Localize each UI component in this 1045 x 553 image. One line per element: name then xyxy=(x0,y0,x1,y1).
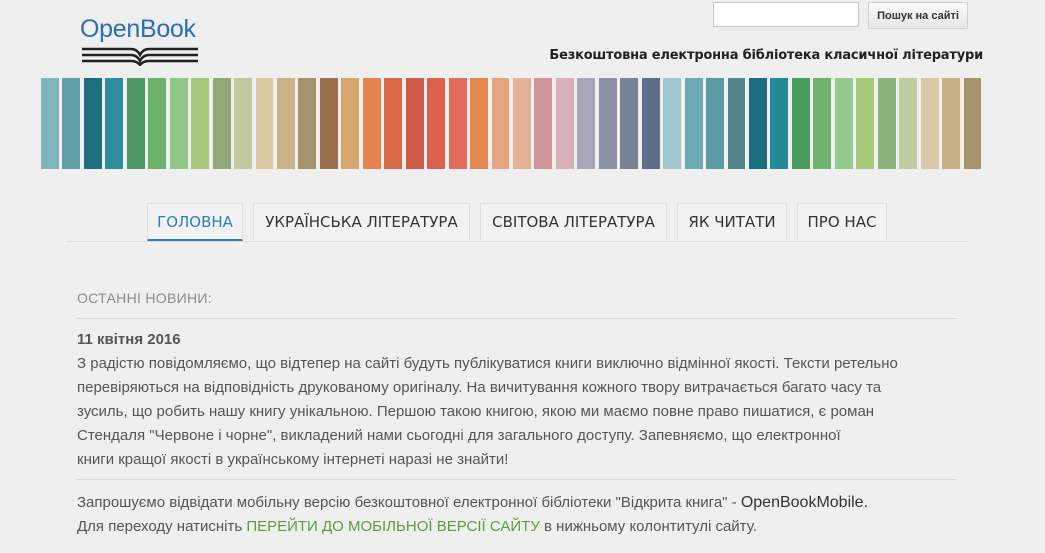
mobile-brand-name: OpenBookMobile. xyxy=(740,494,869,511)
book-spine xyxy=(920,78,939,169)
divider xyxy=(77,318,957,319)
news-heading: ОСТАННІ НОВИНИ: xyxy=(77,290,212,306)
book-spine xyxy=(405,78,424,169)
book-spine xyxy=(663,78,682,169)
book-spine xyxy=(641,78,660,169)
search-input[interactable] xyxy=(713,2,859,27)
site-tagline: Безкоштовна електронна бібліотека класич… xyxy=(549,48,983,63)
search-button[interactable]: Пошук на сайті xyxy=(868,2,968,29)
book-spine xyxy=(191,78,210,169)
tab-ukrainian-literature[interactable]: УКРАЇНСЬКА ЛІТЕРАТУРА xyxy=(253,203,470,240)
book-spine xyxy=(470,78,489,169)
mobile-version-link[interactable]: ПЕРЕЙТИ ДО МОБІЛЬНОЇ ВЕРСІЇ САЙТУ xyxy=(246,518,540,535)
book-spine xyxy=(577,78,596,169)
mobile-instruction-text: Для переходу натисніть xyxy=(77,518,247,535)
book-spine xyxy=(963,78,982,169)
book-spine xyxy=(362,78,381,169)
book-spine xyxy=(727,78,746,169)
tab-about[interactable]: ПРО НАС xyxy=(797,203,887,240)
book-spine xyxy=(513,78,531,169)
book-spine xyxy=(148,78,167,169)
book-spine xyxy=(491,78,510,169)
book-spine xyxy=(706,78,725,169)
book-spine xyxy=(41,78,59,169)
news-line: З радістю повідомляємо, що відтепер на с… xyxy=(77,355,898,372)
book-spine xyxy=(942,78,961,169)
book-spine xyxy=(620,78,639,169)
mobile-version-notice: Запрошуємо відвідати мобільну версію без… xyxy=(77,491,977,539)
news-line: перевіряються на відповідність друковано… xyxy=(77,379,882,396)
book-spines-banner xyxy=(41,78,985,169)
book-spine xyxy=(448,78,467,169)
book-spine xyxy=(770,78,789,169)
book-spine xyxy=(83,78,102,169)
divider xyxy=(77,479,957,480)
book-spine xyxy=(277,78,295,169)
book-spine xyxy=(62,78,81,169)
book-spine xyxy=(791,78,810,169)
tab-world-literature[interactable]: СВІТОВА ЛІТЕРАТУРА xyxy=(480,203,667,240)
book-spine xyxy=(856,78,875,169)
book-spine xyxy=(877,78,896,169)
book-spine xyxy=(555,78,574,169)
book-spine xyxy=(255,78,274,169)
book-spine xyxy=(341,78,360,169)
mobile-invite-text: Запрошуємо відвідати мобільну версію без… xyxy=(77,494,741,511)
news-line: книги кращої якості в українському інтер… xyxy=(77,451,509,468)
tab-how-to-read[interactable]: ЯК ЧИТАТИ xyxy=(677,203,787,240)
main-nav: ГОЛОВНА УКРАЇНСЬКА ЛІТЕРАТУРА СВІТОВА ЛІ… xyxy=(66,203,969,242)
book-spine xyxy=(684,78,703,169)
book-spine xyxy=(234,78,253,169)
book-spine xyxy=(212,78,231,169)
news-date: 11 квітня 2016 xyxy=(77,331,181,348)
book-spine xyxy=(534,78,553,169)
book-spine xyxy=(899,78,918,169)
site-logo[interactable]: OpenBook xyxy=(80,14,200,66)
news-line: зусиль, що робить нашу книгу унікальною.… xyxy=(77,403,875,420)
book-spine xyxy=(384,78,403,169)
book-spine xyxy=(126,78,145,169)
logo-text: OpenBook xyxy=(80,15,196,43)
mobile-instruction-suffix: в нижньому колонтитулі сайту. xyxy=(539,518,757,535)
book-spine xyxy=(834,78,853,169)
book-spine xyxy=(169,78,188,169)
book-spine xyxy=(598,78,617,169)
tab-home[interactable]: ГОЛОВНА xyxy=(147,203,243,241)
open-book-icon xyxy=(82,47,198,66)
book-spine xyxy=(427,78,446,169)
news-line: Стендаля "Червоне і чорне", викладений н… xyxy=(77,427,841,444)
book-spine xyxy=(813,78,832,169)
news-text: З радістю повідомляємо, що відтепер на с… xyxy=(77,352,957,472)
book-spine xyxy=(105,78,124,169)
book-spine xyxy=(298,78,317,169)
book-spine xyxy=(319,78,338,169)
book-spine xyxy=(749,78,767,169)
